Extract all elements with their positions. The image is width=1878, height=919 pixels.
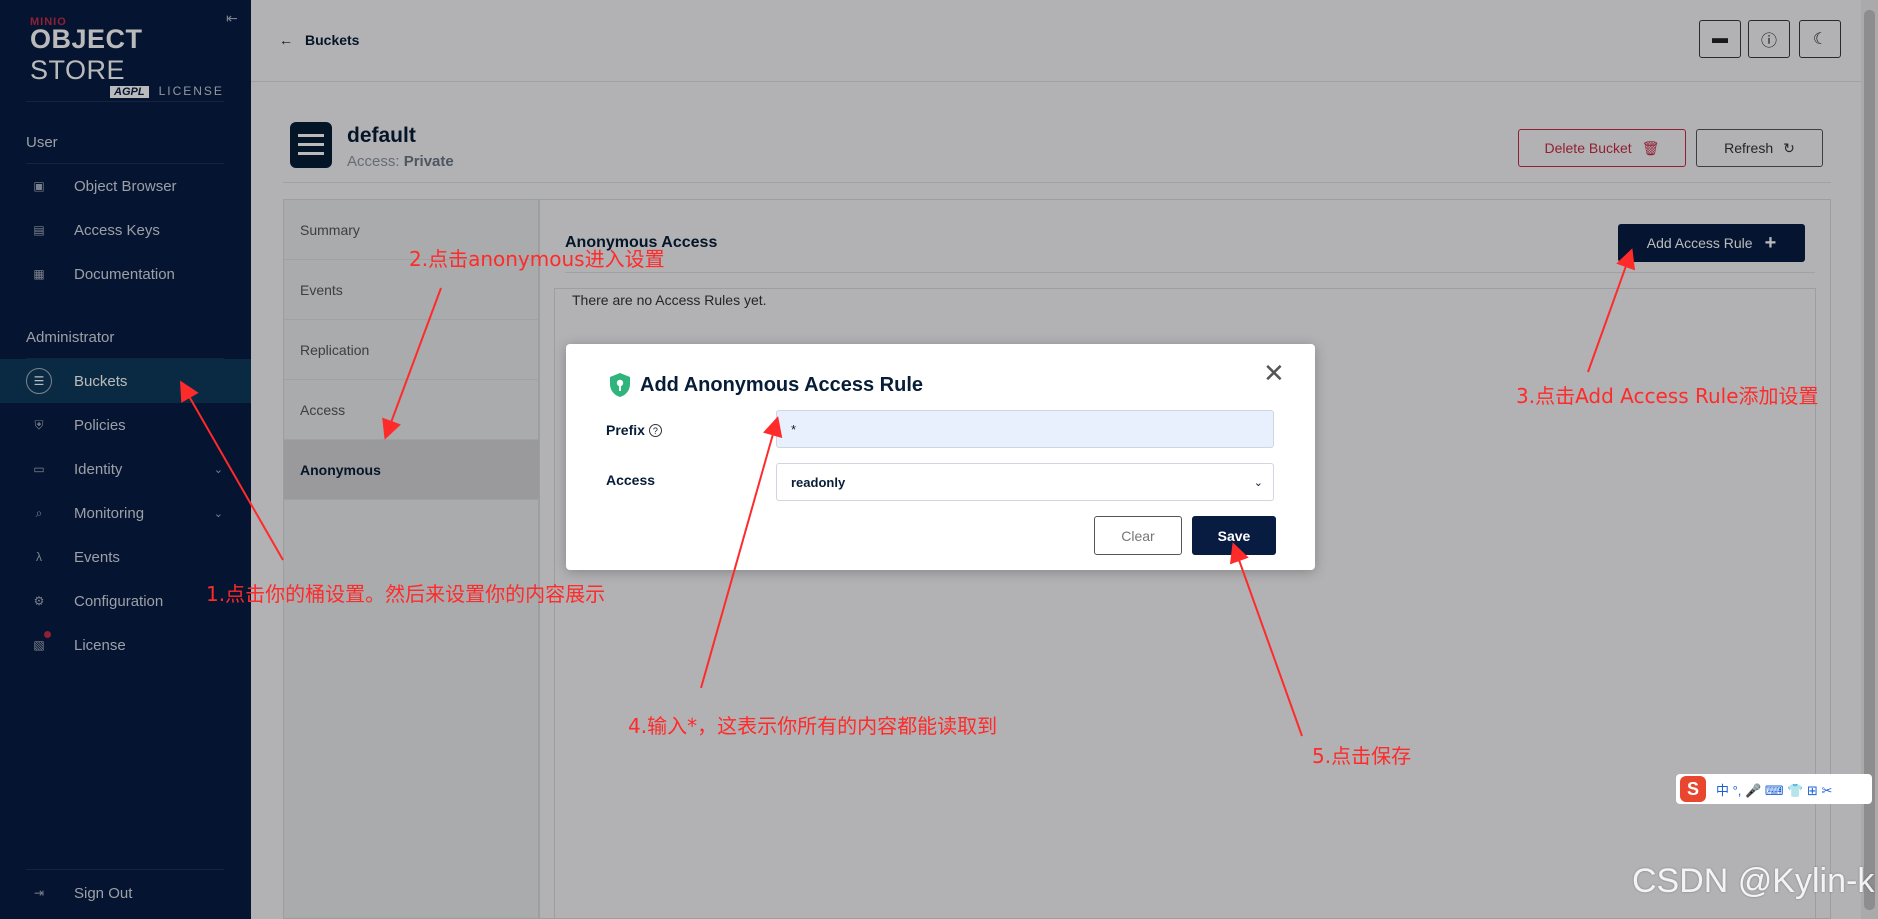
annotation-step1: 1.点击你的桶设置。然后来设置你的内容展示 — [206, 582, 606, 606]
annotation-arrows — [180, 248, 1636, 737]
arrow-step3 — [1587, 248, 1636, 373]
sogou-logo-icon: S — [1680, 776, 1706, 802]
annotation-step2: 2.点击anonymous进入设置 — [409, 247, 665, 271]
arrow-step1 — [180, 380, 284, 561]
ime-toolbar-icons: 中 °, 🎤 ⌨ 👕 ⊞ ✂ — [1716, 782, 1833, 798]
arrow-step2 — [382, 287, 442, 440]
ime-toolbar[interactable]: S 中 °, 🎤 ⌨ 👕 ⊞ ✂ — [1676, 774, 1872, 804]
arrow-step5 — [1229, 542, 1303, 737]
annotation-step3: 3.点击Add Access Rule添加设置 — [1516, 384, 1819, 408]
annotation-step5: 5.点击保存 — [1312, 744, 1412, 768]
arrow-step4 — [700, 416, 783, 689]
csdn-watermark: CSDN @Kylin-k — [1632, 862, 1875, 900]
annotation-step4: 4.输入*，这表示你所有的内容都能读取到 — [628, 714, 998, 738]
